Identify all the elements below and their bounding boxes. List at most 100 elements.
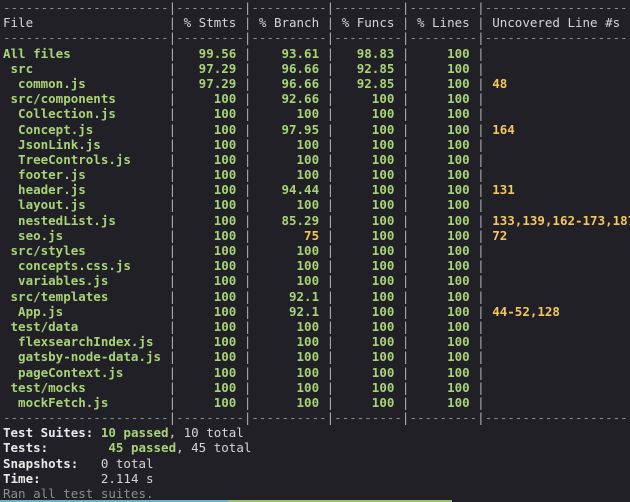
dash-rule: ---------- bbox=[251, 410, 327, 426]
branch-value: 85.29 bbox=[251, 212, 327, 228]
branch-value: 100 bbox=[251, 364, 327, 380]
table-row: App.js | 100 | 92.1 | 100 | 100 | 44-52,… bbox=[3, 304, 630, 319]
column-divider: | bbox=[477, 303, 485, 319]
table-separator: ----------------------|---------|-------… bbox=[3, 0, 630, 15]
table-row: gatsby-node-data.js | 100 | 100 | 100 | … bbox=[3, 349, 630, 364]
table-row: Collection.js | 100 | 100 | 100 | 100 | bbox=[3, 106, 630, 121]
column-divider: | bbox=[477, 273, 485, 289]
header-stmts: % Stmts bbox=[176, 15, 244, 31]
column-divider: | bbox=[168, 334, 177, 350]
column-divider: | bbox=[168, 182, 177, 198]
branch-value: 96.66 bbox=[251, 75, 327, 91]
file-name: All files bbox=[3, 45, 169, 61]
lines-value: 100 bbox=[409, 212, 478, 228]
summary-value: 0 total bbox=[100, 455, 154, 471]
funcs-value: 100 bbox=[334, 197, 402, 213]
funcs-value: 100 bbox=[334, 258, 402, 274]
stmts-value: 100 bbox=[176, 91, 244, 107]
funcs-value: 100 bbox=[334, 212, 402, 228]
summary-snapshots: Snapshots: 0 total bbox=[3, 456, 630, 471]
file-name: pageContext.js bbox=[3, 364, 169, 380]
funcs-value: 100 bbox=[334, 106, 402, 122]
column-divider: | bbox=[168, 318, 177, 334]
summary-label: Snapshots: bbox=[3, 455, 79, 471]
branch-value: 100 bbox=[251, 379, 327, 395]
stmts-value: 100 bbox=[176, 212, 244, 228]
file-name: JsonLink.js bbox=[3, 136, 169, 152]
lines-value: 100 bbox=[409, 318, 478, 334]
column-divider: | bbox=[168, 212, 177, 228]
column-divider: | bbox=[168, 349, 177, 365]
column-divider: | bbox=[477, 318, 485, 334]
funcs-value: 100 bbox=[334, 227, 402, 243]
branch-value: 100 bbox=[251, 394, 327, 410]
file-name: src bbox=[3, 60, 169, 76]
column-divider: | bbox=[477, 30, 485, 46]
file-name: src/components bbox=[3, 91, 169, 107]
lines-value: 100 bbox=[409, 288, 478, 304]
dash-rule: ---------------------- bbox=[3, 30, 169, 46]
stmts-value: 100 bbox=[176, 273, 244, 289]
lines-value: 100 bbox=[409, 167, 478, 183]
lines-value: 100 bbox=[409, 45, 478, 61]
column-divider: | bbox=[477, 121, 485, 137]
column-divider: | bbox=[477, 151, 485, 167]
column-divider: | bbox=[168, 121, 177, 137]
dash-rule: --------- bbox=[334, 30, 402, 46]
summary-test-suites: Test Suites: 10 passed, 10 total bbox=[3, 425, 630, 440]
column-divider: | bbox=[477, 364, 485, 380]
dash-rule: --------- bbox=[176, 0, 244, 15]
uncovered-lines: 44-52,128 bbox=[484, 303, 560, 319]
table-row: variables.js | 100 | 100 | 100 | 100 | bbox=[3, 273, 630, 288]
table-row: src/components | 100 | 92.66 | 100 | 100… bbox=[3, 91, 630, 106]
file-name: Collection.js bbox=[3, 106, 169, 122]
funcs-value: 100 bbox=[334, 151, 402, 167]
stmts-value: 100 bbox=[176, 258, 244, 274]
branch-value: 94.44 bbox=[251, 182, 327, 198]
dash-rule: ---------- bbox=[251, 0, 327, 15]
table-row: test/data | 100 | 100 | 100 | 100 | bbox=[3, 319, 630, 334]
column-divider: | bbox=[168, 106, 177, 122]
table-row: test/mocks | 100 | 100 | 100 | 100 | bbox=[3, 380, 630, 395]
column-divider: | bbox=[168, 15, 177, 31]
funcs-value: 100 bbox=[334, 349, 402, 365]
branch-value: 100 bbox=[251, 167, 327, 183]
file-name: variables.js bbox=[3, 273, 169, 289]
stmts-value: 100 bbox=[176, 303, 244, 319]
file-name: nestedList.js bbox=[3, 212, 169, 228]
table-row: flexsearchIndex.js | 100 | 100 | 100 | 1… bbox=[3, 334, 630, 349]
header-branch: % Branch bbox=[251, 15, 327, 31]
funcs-value: 100 bbox=[334, 121, 402, 137]
column-divider: | bbox=[168, 45, 177, 61]
stmts-value: 100 bbox=[176, 334, 244, 350]
funcs-value: 100 bbox=[334, 379, 402, 395]
lines-value: 100 bbox=[409, 75, 478, 91]
column-divider: | bbox=[477, 288, 485, 304]
table-row: seo.js | 100 | 75 | 100 | 100 | 72 bbox=[3, 228, 630, 243]
column-divider: | bbox=[477, 334, 485, 350]
lines-value: 100 bbox=[409, 258, 478, 274]
column-divider: | bbox=[168, 75, 177, 91]
stmts-value: 100 bbox=[176, 318, 244, 334]
column-divider: | bbox=[477, 45, 485, 61]
stmts-value: 100 bbox=[176, 151, 244, 167]
column-divider: | bbox=[168, 364, 177, 380]
summary-time: Time: 2.114 s bbox=[3, 471, 630, 486]
stmts-value: 100 bbox=[176, 197, 244, 213]
file-name: layout.js bbox=[3, 197, 169, 213]
branch-value: 92.1 bbox=[251, 288, 327, 304]
lines-value: 100 bbox=[409, 394, 478, 410]
branch-value: 75 bbox=[251, 227, 327, 243]
funcs-value: 100 bbox=[334, 167, 402, 183]
column-divider: | bbox=[168, 303, 177, 319]
branch-value: 100 bbox=[251, 243, 327, 258]
uncovered-lines: 48 bbox=[484, 75, 508, 91]
stmts-value: 100 bbox=[176, 379, 244, 395]
funcs-value: 100 bbox=[334, 288, 402, 304]
stmts-value: 100 bbox=[176, 243, 244, 258]
dash-rule: ---------------------- bbox=[3, 0, 169, 15]
column-divider: | bbox=[477, 212, 485, 228]
column-divider: | bbox=[477, 75, 485, 91]
dash-rule: --------- bbox=[409, 30, 478, 46]
column-divider: | bbox=[477, 394, 485, 410]
